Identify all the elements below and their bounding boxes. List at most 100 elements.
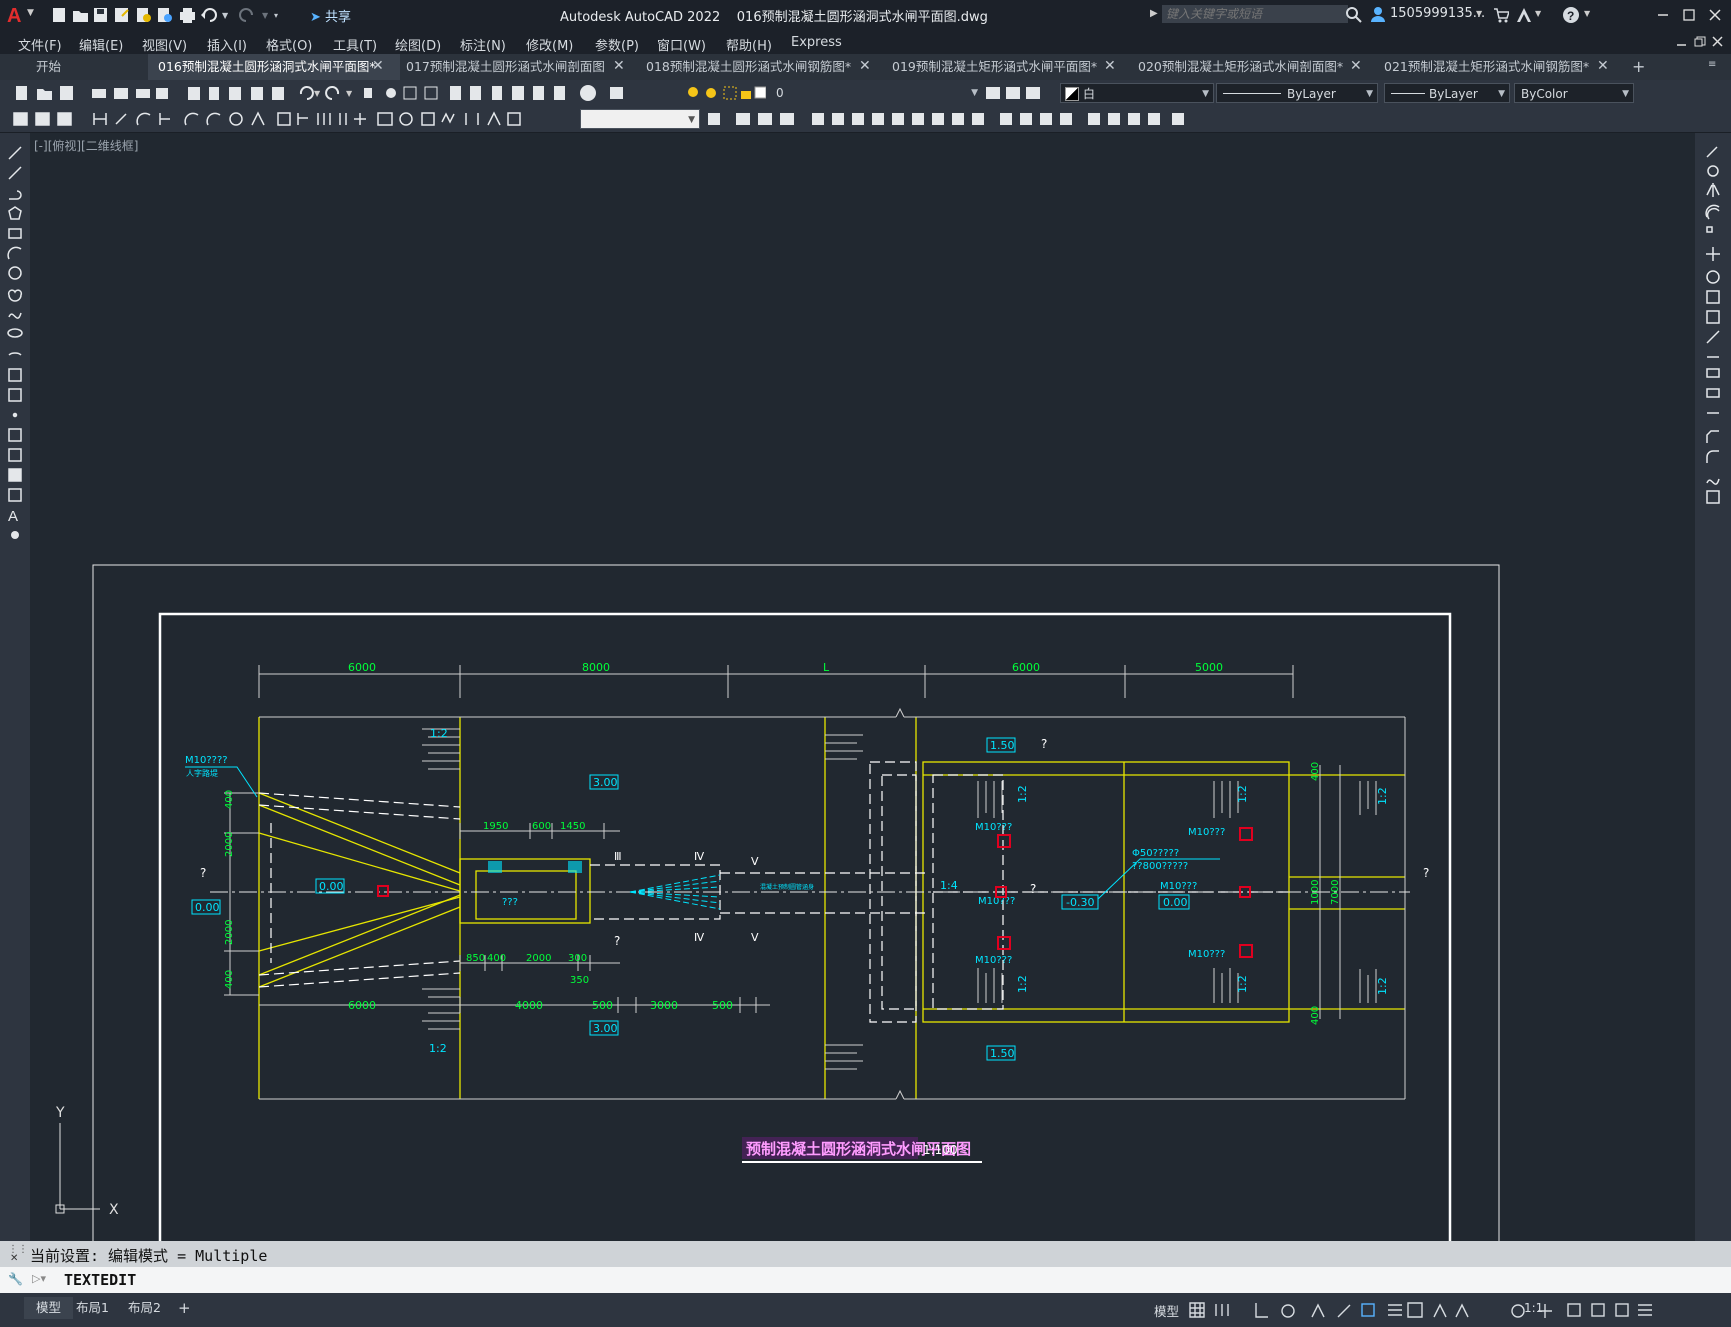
menu-draw[interactable]: 绘图(D) bbox=[395, 35, 441, 54]
command-line[interactable]: 🔧 ▷▾ TEXTEDIT bbox=[0, 1267, 1731, 1293]
offset-icon[interactable] bbox=[812, 113, 824, 125]
add-layout-button[interactable]: + bbox=[178, 1299, 191, 1317]
dim-text-edit-icon[interactable] bbox=[487, 111, 501, 126]
layer-lock-icon[interactable] bbox=[741, 91, 751, 99]
doc-restore-icon[interactable] bbox=[1694, 36, 1706, 48]
menu-insert[interactable]: 插入(I) bbox=[207, 35, 247, 54]
tolerance-icon[interactable] bbox=[377, 112, 393, 126]
blend-curves-icon[interactable] bbox=[1706, 478, 1720, 485]
undo-icon[interactable] bbox=[299, 86, 314, 100]
menu-parametric[interactable]: 参数(P) bbox=[595, 35, 639, 54]
saveas-icon[interactable] bbox=[115, 8, 129, 22]
app-menu-arrow-icon[interactable]: ▼ bbox=[27, 8, 34, 18]
search-expand-icon[interactable]: ▶ bbox=[1150, 8, 1158, 19]
rotate-icon[interactable] bbox=[872, 113, 884, 125]
tab-close-icon[interactable]: ✕ bbox=[1104, 58, 1116, 74]
polar-icon[interactable] bbox=[1281, 1304, 1295, 1318]
layer-previous-icon[interactable] bbox=[1026, 87, 1040, 99]
menu-window[interactable]: 窗口(W) bbox=[657, 35, 706, 54]
chamfer-icon[interactable] bbox=[1020, 113, 1032, 125]
construction-line-icon[interactable] bbox=[8, 166, 22, 180]
ellipse-arc-icon[interactable] bbox=[8, 352, 22, 356]
offset-icon[interactable] bbox=[1705, 204, 1720, 220]
autocad-a-logo[interactable]: A bbox=[6, 4, 24, 27]
hardware-accel-icon[interactable] bbox=[1591, 1303, 1605, 1317]
open-web-icon[interactable] bbox=[137, 8, 151, 22]
add-selected-icon[interactable] bbox=[11, 531, 19, 539]
blend-icon[interactable] bbox=[1060, 113, 1072, 125]
polygon-icon[interactable] bbox=[8, 206, 22, 220]
menu-edit[interactable]: 编辑(E) bbox=[79, 35, 123, 54]
open-icon[interactable] bbox=[73, 11, 88, 22]
gradient-icon[interactable] bbox=[8, 448, 22, 462]
new-icon[interactable] bbox=[53, 8, 65, 22]
command-input[interactable]: TEXTEDIT bbox=[64, 1271, 136, 1289]
zoom-realtime-icon[interactable] bbox=[386, 88, 396, 98]
dim-radius-icon[interactable] bbox=[184, 112, 199, 126]
save-icon[interactable] bbox=[60, 86, 73, 100]
polyline-icon[interactable] bbox=[9, 190, 22, 200]
layer-color-swatch-icon[interactable] bbox=[754, 86, 766, 99]
make-current-layer-icon[interactable] bbox=[986, 87, 1000, 99]
qnew-icon[interactable] bbox=[16, 86, 27, 100]
a360-icon[interactable] bbox=[1516, 7, 1532, 23]
rotate-icon[interactable] bbox=[1706, 270, 1720, 284]
inspect-icon[interactable] bbox=[421, 112, 435, 126]
calculator-icon[interactable] bbox=[554, 86, 565, 100]
plot-icon[interactable] bbox=[180, 8, 195, 23]
copy-icon[interactable] bbox=[209, 87, 219, 100]
hatch-icon[interactable] bbox=[8, 428, 22, 442]
menu-view[interactable]: 视图(V) bbox=[142, 35, 187, 54]
tab-018[interactable]: 018预制混凝土圆形涵式水闸钢筋图* bbox=[636, 54, 882, 80]
dim-space-icon[interactable] bbox=[339, 113, 347, 125]
scale-icon[interactable] bbox=[892, 113, 904, 125]
user-icon[interactable] bbox=[1370, 6, 1386, 22]
drawing-canvas[interactable]: [-][俯视][二维线框] 6000 8000 L 6000 5000 400 … bbox=[30, 133, 1695, 1241]
customize-qat-icon[interactable]: ▾ bbox=[274, 11, 278, 20]
paste-icon[interactable] bbox=[229, 87, 241, 100]
help-dropdown-icon[interactable]: ▼ bbox=[1584, 9, 1590, 18]
revision-cloud-icon[interactable] bbox=[7, 289, 23, 302]
erase-icon[interactable] bbox=[1706, 146, 1718, 158]
new-tab-button[interactable]: + bbox=[1632, 57, 1645, 76]
lineweight-icon[interactable] bbox=[1388, 1304, 1402, 1316]
tab-close-icon[interactable]: ✕ bbox=[859, 58, 871, 74]
trim-icon[interactable] bbox=[1706, 330, 1720, 344]
menu-format[interactable]: 格式(O) bbox=[266, 35, 312, 54]
layer-thaw-sun-icon[interactable] bbox=[706, 88, 716, 98]
ellipse-icon[interactable] bbox=[7, 328, 23, 338]
help-icon[interactable] bbox=[580, 85, 596, 101]
dimstyle-icon[interactable] bbox=[708, 113, 720, 125]
dim-arc-icon[interactable] bbox=[136, 112, 151, 126]
share-button[interactable]: ➤ 共享 bbox=[310, 6, 351, 25]
spline-icon[interactable] bbox=[8, 312, 22, 319]
copy-icon[interactable] bbox=[1707, 165, 1719, 177]
layer-on-bulb-icon[interactable] bbox=[688, 87, 698, 97]
ortho-icon[interactable] bbox=[1255, 1303, 1268, 1318]
annotation-visibility-icon[interactable] bbox=[1433, 1303, 1447, 1318]
tab-layout1[interactable]: 布局1 bbox=[64, 1297, 121, 1319]
layer-viewport-icon[interactable] bbox=[723, 86, 737, 100]
region-icon[interactable] bbox=[1108, 113, 1120, 125]
osnap-tracking-icon[interactable] bbox=[1337, 1304, 1351, 1318]
clean-screen-icon[interactable] bbox=[1615, 1303, 1629, 1317]
insert-block-icon[interactable] bbox=[8, 368, 22, 382]
stretch-icon[interactable] bbox=[912, 113, 924, 125]
recent-commands-icon[interactable]: ▷▾ bbox=[32, 1272, 46, 1285]
trim-icon[interactable] bbox=[932, 113, 944, 125]
tab-020[interactable]: 020预制混凝土矩形涵式水闸剖面图* bbox=[1128, 54, 1374, 80]
model-space-button[interactable]: 模型 bbox=[1154, 1301, 1179, 1320]
plot-icon[interactable] bbox=[92, 89, 106, 98]
isolate-objects-icon[interactable] bbox=[1567, 1303, 1581, 1317]
search-icon[interactable] bbox=[1346, 7, 1362, 23]
menu-help[interactable]: 帮助(H) bbox=[726, 35, 772, 54]
dim-diameter-icon[interactable] bbox=[229, 112, 243, 126]
close-icon[interactable] bbox=[1708, 8, 1722, 22]
help-icon[interactable]: ? bbox=[1562, 6, 1580, 24]
plotstyle-combo[interactable]: ByColor ▼ bbox=[1514, 83, 1634, 103]
scale-icon[interactable] bbox=[1706, 290, 1720, 304]
osnap-icon[interactable] bbox=[1361, 1303, 1375, 1317]
doc-minimize-icon[interactable] bbox=[1676, 36, 1688, 48]
minimize-icon[interactable] bbox=[1656, 8, 1670, 22]
jogged-linear-icon[interactable] bbox=[441, 112, 455, 124]
